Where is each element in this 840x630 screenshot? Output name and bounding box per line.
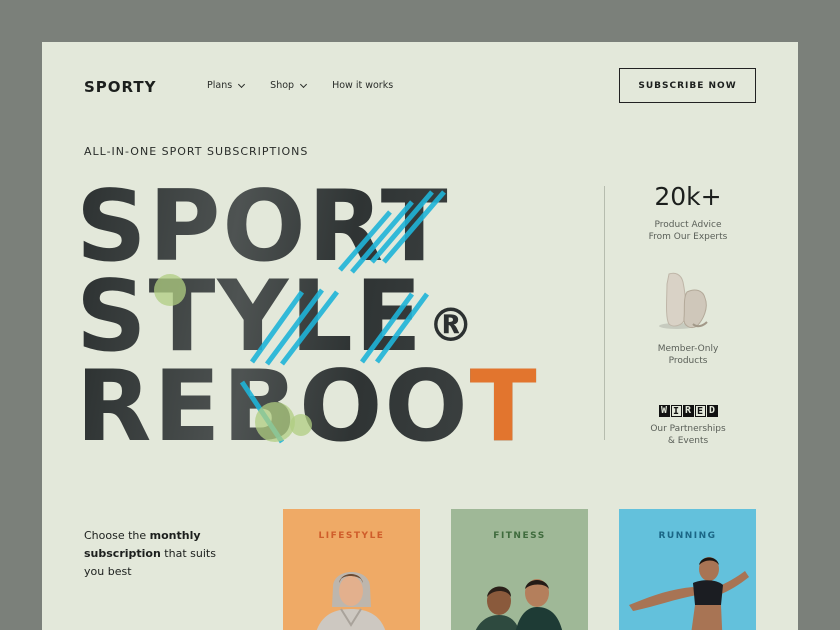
green-accent-dot — [154, 274, 186, 306]
hero-line-reboot: REBOOT — [76, 358, 539, 456]
stat-label: Our Partnerships & Events — [650, 424, 726, 446]
chevron-down-icon — [238, 80, 246, 88]
green-accent-dot — [255, 402, 295, 442]
card-title: RUNNING — [658, 531, 717, 541]
stat-member-products: Member-Only Products — [622, 266, 754, 367]
sneakers-icon — [659, 272, 708, 329]
stat-label: Member-Only Products — [657, 344, 719, 366]
stat-expert-advice: 20k+ Product Advice From Our Experts — [622, 182, 754, 243]
landing-page: SPORTY Plans Shop How it works SUBSCRIBE… — [42, 42, 798, 630]
plan-card-fitness[interactable]: FITNESS — [451, 509, 588, 630]
green-accent-dot — [290, 414, 312, 436]
nav-plans-label: Plans — [207, 80, 233, 91]
fitness-models-image — [475, 579, 563, 630]
nav-shop-label: Shop — [270, 80, 295, 91]
hero-accent-letter: T — [469, 350, 539, 464]
lifestyle-model-image — [316, 572, 386, 630]
plan-card-running[interactable]: RUNNING — [619, 509, 756, 630]
stat-value: 20k+ — [654, 182, 722, 211]
card-title: FITNESS — [493, 531, 546, 541]
nav-how-it-works[interactable]: How it works — [332, 80, 393, 91]
plan-card-lifestyle[interactable]: LIFESTYLE — [283, 509, 420, 630]
nav-how-it-works-label: How it works — [332, 80, 394, 91]
stats-divider — [604, 186, 605, 440]
choose-subscription-text: Choose the monthly subscription that sui… — [84, 529, 216, 578]
registered-mark: ® — [427, 298, 476, 352]
site-logo[interactable]: SPORTY — [84, 78, 157, 96]
hero-line-style: STYLE® — [76, 272, 539, 362]
stat-partnerships: WIRED Our Partnerships & Events — [622, 400, 754, 447]
nav-shop[interactable]: Shop — [270, 80, 308, 91]
nav-plans[interactable]: Plans — [207, 80, 246, 91]
hero-eyebrow: ALL-IN-ONE SPORT SUBSCRIPTIONS — [84, 145, 309, 158]
chevron-down-icon — [300, 80, 308, 88]
hero-headline: SPORT STYLE® REBOOT — [76, 178, 539, 456]
hero-line-sport: SPORT — [76, 178, 539, 276]
stat-label: Product Advice From Our Experts — [648, 220, 728, 242]
card-title: LIFESTYLE — [318, 531, 385, 541]
wired-logo: WIRED — [658, 405, 718, 417]
running-model-image — [629, 557, 749, 630]
subscribe-now-button[interactable]: SUBSCRIBE NOW — [619, 68, 756, 103]
main-nav: Plans Shop How it works — [207, 80, 419, 91]
